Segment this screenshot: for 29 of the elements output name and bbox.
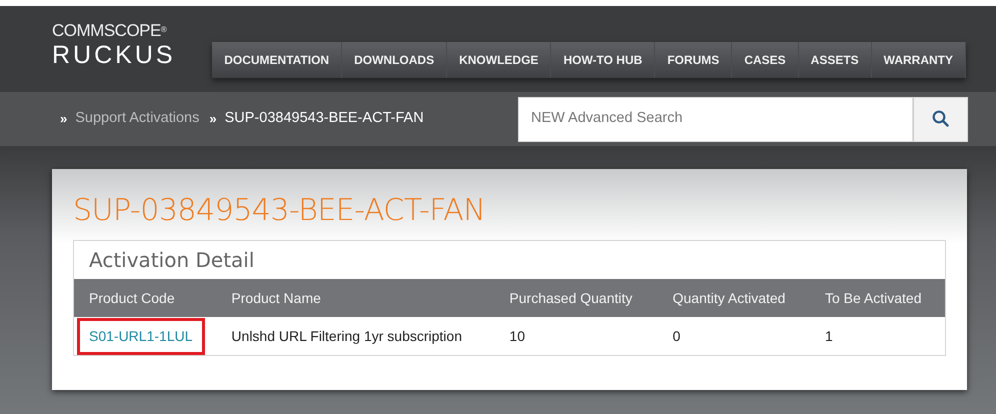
breadcrumb-separator: »	[60, 110, 68, 128]
logo-wordmark: RUCKUS	[52, 43, 176, 68]
page-title: SUP-03849543-BEE-ACT-FAN	[73, 194, 486, 227]
logo-text: COMMSCOPE$^{®}$	[52, 22, 168, 39]
search-icon	[932, 110, 949, 128]
nav-item[interactable]: WARRANTY	[872, 42, 966, 78]
table-cell: 0	[658, 317, 810, 355]
search-button[interactable]	[913, 96, 968, 142]
product-code-link[interactable]: S01-URL1-1LUL	[77, 318, 204, 354]
panel-title: Activation Detail	[88, 247, 256, 274]
table-cell: 10	[494, 317, 658, 355]
breadcrumb-link[interactable]: Support Activations	[75, 108, 200, 130]
breadcrumb-current: SUP-03849543-BEE-ACT-FAN	[224, 109, 424, 128]
nav-item[interactable]: CASES	[732, 42, 799, 78]
column-header: Quantity Activated	[658, 279, 810, 317]
breadcrumb-separator: »	[209, 110, 217, 128]
nav-item[interactable]: FORUMS	[655, 42, 732, 78]
table-cell: 1	[810, 317, 945, 355]
column-header: Product Name	[216, 279, 494, 317]
table-cell: Unlshd URL Filtering 1yr subscription	[216, 317, 494, 355]
nav-item[interactable]: ASSETS	[798, 42, 872, 78]
nav-item[interactable]: KNOWLEDGE	[447, 42, 552, 78]
nav-item[interactable]: DOCUMENTATION	[212, 42, 342, 78]
nav-item[interactable]: HOW-TO HUB	[551, 42, 656, 78]
search-field[interactable]: NEW Advanced Search	[518, 96, 913, 142]
nav-item[interactable]: DOWNLOADS	[342, 42, 448, 78]
column-header: To Be Activated	[810, 279, 945, 317]
column-header: Purchased Quantity	[494, 279, 658, 317]
column-header: Product Code	[74, 279, 216, 317]
